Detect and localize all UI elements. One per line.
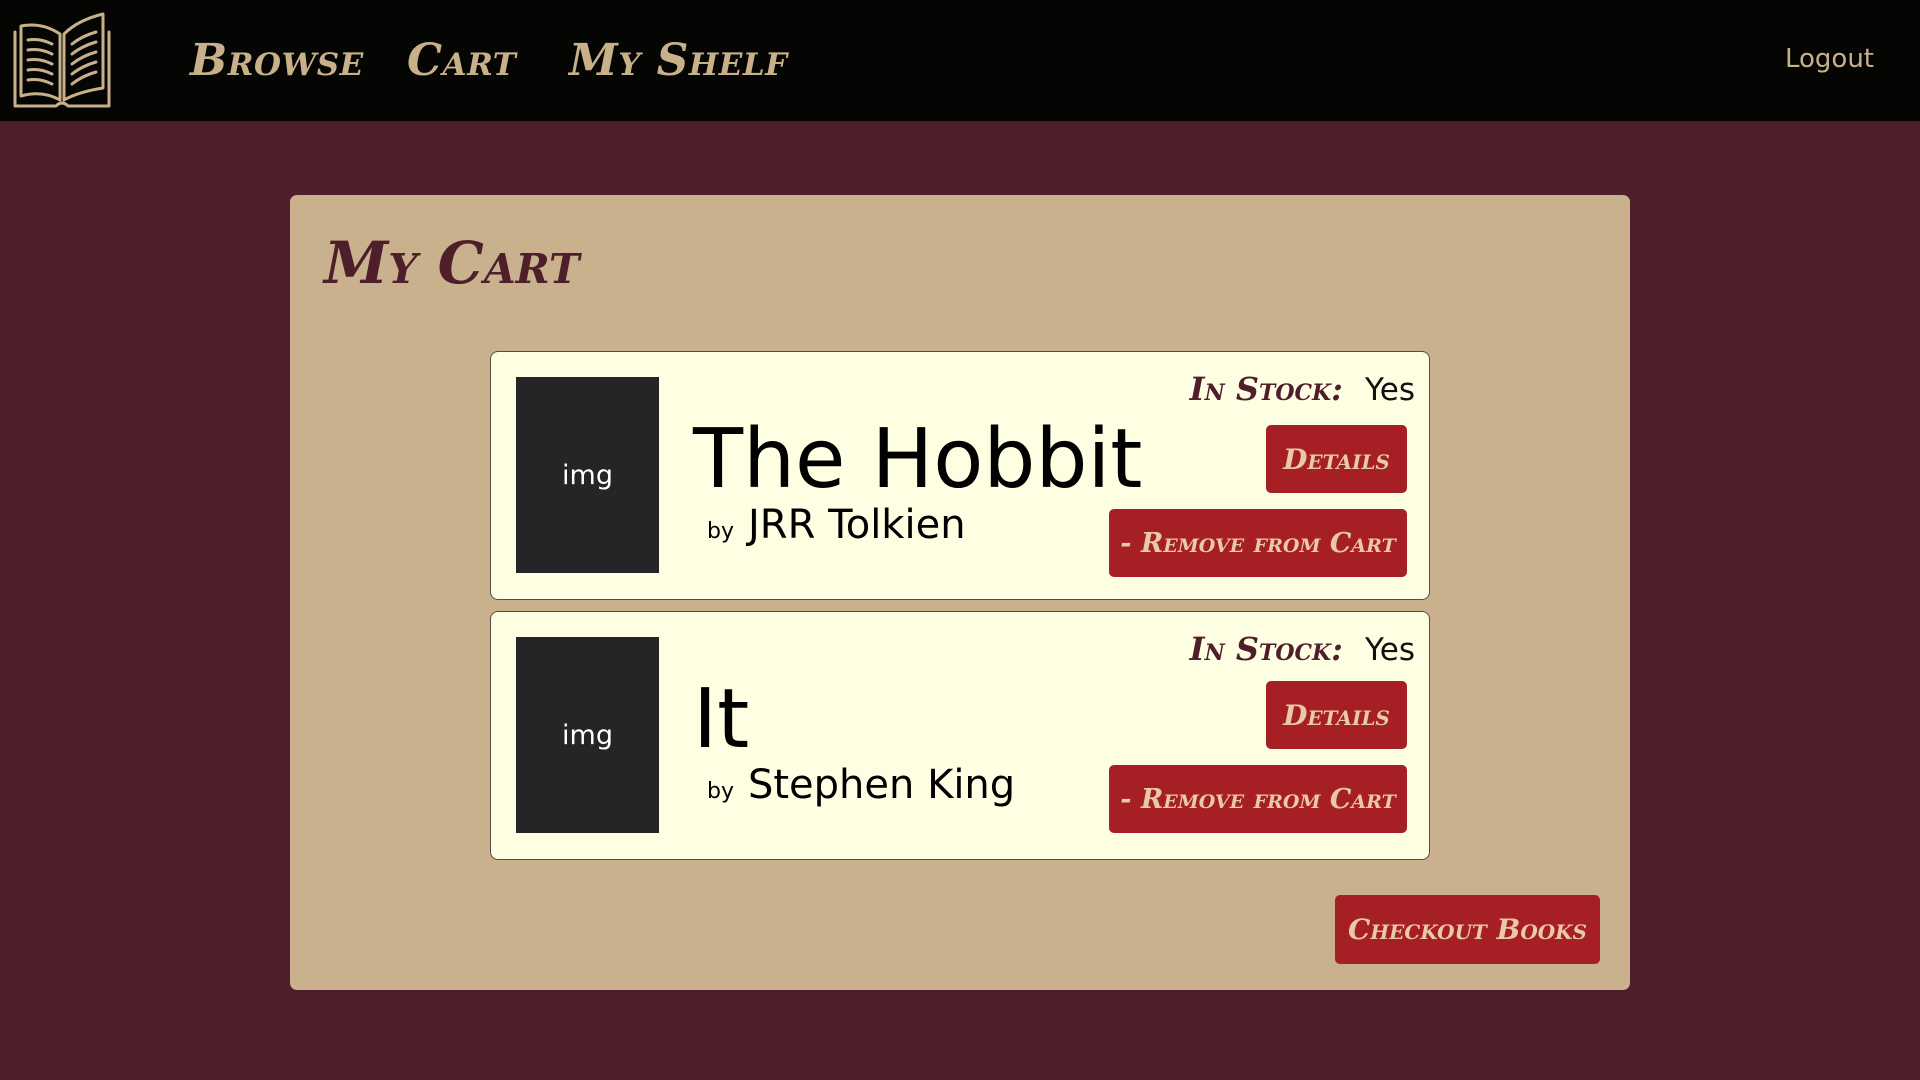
cart-panel: My Cart img The Hobbit by JRR Tolkien In … bbox=[290, 195, 1630, 990]
nav-browse-link[interactable]: Browse bbox=[190, 34, 364, 88]
stock-status: In Stock: Yes bbox=[1190, 630, 1415, 668]
stock-value: Yes bbox=[1364, 372, 1415, 408]
remove-from-cart-button[interactable]: - Remove from Cart bbox=[1109, 765, 1407, 833]
cart-item: img It by Stephen King In Stock: Yes Detai… bbox=[490, 611, 1430, 860]
top-navbar: Browse Cart My Shelf Logout bbox=[0, 0, 1920, 121]
book-title: It bbox=[693, 672, 750, 767]
book-title: The Hobbit bbox=[693, 412, 1143, 507]
cart-item: img The Hobbit by JRR Tolkien In Stock: Ye… bbox=[490, 351, 1430, 600]
open-book-icon[interactable] bbox=[12, 10, 112, 110]
book-cover-image: img bbox=[516, 377, 659, 573]
details-button[interactable]: Details bbox=[1266, 681, 1407, 749]
nav-cart-link[interactable]: Cart bbox=[407, 34, 516, 88]
details-button[interactable]: Details bbox=[1266, 425, 1407, 493]
remove-from-cart-button[interactable]: - Remove from Cart bbox=[1109, 509, 1407, 577]
author-line: by JRR Tolkien bbox=[707, 502, 966, 548]
stock-label: In Stock: bbox=[1189, 630, 1343, 668]
book-cover-image: img bbox=[516, 637, 659, 833]
author-name: JRR Tolkien bbox=[747, 502, 966, 548]
page-title: My Cart bbox=[324, 229, 580, 297]
by-label: by bbox=[707, 779, 734, 804]
author-name: Stephen King bbox=[747, 762, 1016, 808]
nav-my-shelf-link[interactable]: My Shelf bbox=[569, 34, 788, 88]
stock-label: In Stock: bbox=[1189, 370, 1343, 408]
stock-value: Yes bbox=[1364, 632, 1415, 668]
author-line: by Stephen King bbox=[707, 762, 1015, 808]
by-label: by bbox=[707, 519, 734, 544]
logout-link[interactable]: Logout bbox=[1785, 44, 1874, 74]
stock-status: In Stock: Yes bbox=[1190, 370, 1415, 408]
checkout-books-button[interactable]: Checkout Books bbox=[1335, 895, 1600, 964]
